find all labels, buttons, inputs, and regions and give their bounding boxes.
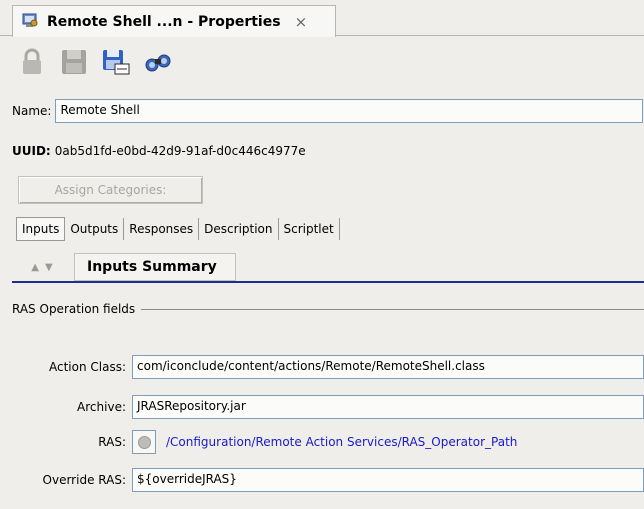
name-row: Name: Remote Shell — [12, 99, 644, 123]
save-as-icon[interactable] — [98, 46, 134, 78]
inputs-summary-tab[interactable]: Inputs Summary — [74, 253, 236, 281]
summary-bar: ▲ ▼ Inputs Summary — [12, 251, 644, 283]
tab-outputs[interactable]: Outputs — [65, 218, 125, 240]
uuid-row: UUID: 0ab5d1fd-e0bd-42d9-91af-d0c446c497… — [12, 144, 306, 158]
ras-status-icon — [137, 435, 151, 449]
tab-responses[interactable]: Responses — [124, 218, 200, 240]
shell-icon — [21, 11, 39, 32]
name-field[interactable]: Remote Shell — [55, 99, 644, 123]
assign-categories-button[interactable]: Assign Categories: — [18, 176, 203, 204]
override-ras-row: Override RAS: ${overrideJRAS} — [12, 467, 644, 493]
ras-path-link[interactable]: /Configuration/Remote Action Services/RA… — [166, 435, 517, 449]
archive-label: Archive: — [77, 400, 126, 414]
tab-description[interactable]: Description — [199, 218, 279, 240]
tab-title: Remote Shell ...n - Properties — [47, 13, 281, 30]
uuid-label: UUID: — [12, 144, 51, 158]
ras-select-button[interactable] — [132, 430, 156, 454]
action-class-field[interactable]: com/iconclude/content/actions/Remote/Rem… — [132, 355, 644, 379]
save-icon[interactable] — [56, 46, 92, 78]
group-divider — [141, 308, 644, 310]
lock-icon[interactable] — [14, 46, 50, 78]
override-ras-label: Override RAS: — [42, 473, 126, 487]
editor-tab-bar: Remote Shell ...n - Properties × — [0, 0, 644, 37]
tab-inputs[interactable]: Inputs — [16, 217, 66, 241]
sort-arrows[interactable]: ▲ ▼ — [14, 255, 70, 279]
ras-operation-fields-group: RAS Operation fields — [12, 302, 644, 316]
close-icon[interactable]: × — [295, 13, 308, 31]
archive-field[interactable]: JRASRepository.jar — [132, 395, 644, 419]
uuid-value: 0ab5d1fd-e0bd-42d9-91af-d0c446c4977e — [54, 144, 306, 158]
arrow-down-icon[interactable]: ▼ — [45, 262, 53, 273]
property-subtabs: Inputs Outputs Responses Description Scr… — [16, 217, 340, 241]
arrow-up-icon[interactable]: ▲ — [31, 262, 39, 273]
tab-scriptlet[interactable]: Scriptlet — [279, 218, 340, 240]
binoculars-icon[interactable] — [140, 46, 176, 78]
toolbar — [14, 44, 182, 80]
name-label: Name: — [12, 104, 52, 118]
ras-row: RAS: /Configuration/Remote Action Servic… — [12, 429, 517, 455]
action-class-label: Action Class: — [48, 360, 126, 374]
group-title: RAS Operation fields — [12, 302, 136, 316]
properties-tab[interactable]: Remote Shell ...n - Properties × — [12, 5, 336, 37]
action-class-row: Action Class: com/iconclude/content/acti… — [12, 354, 644, 380]
archive-row: Archive: JRASRepository.jar — [12, 394, 644, 420]
ras-label: RAS: — [98, 435, 126, 449]
override-ras-field[interactable]: ${overrideJRAS} — [132, 468, 644, 492]
